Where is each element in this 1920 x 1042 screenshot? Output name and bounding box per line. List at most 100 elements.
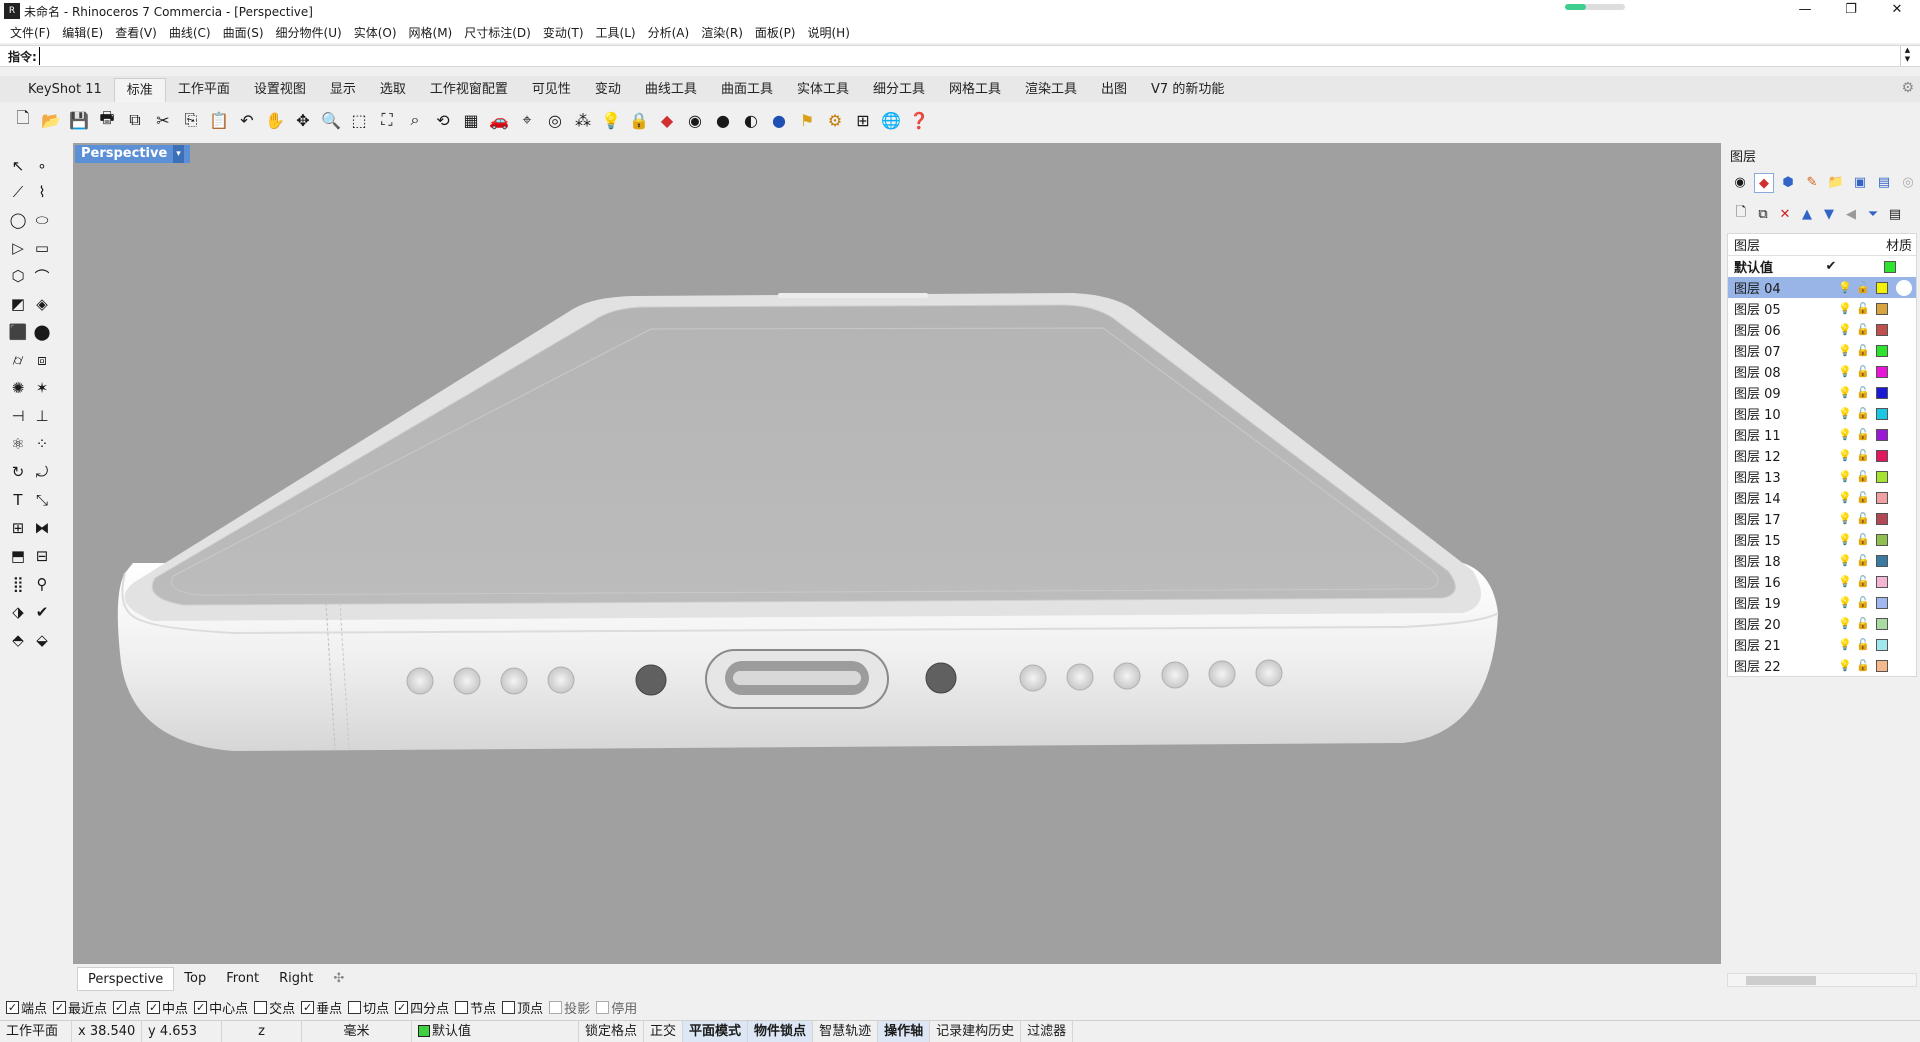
delete-layer-icon[interactable]: ✕ [1777, 207, 1793, 222]
osnap-checkbox[interactable] [596, 1000, 610, 1014]
layer-color-swatch[interactable] [1876, 386, 1888, 399]
osnap-checkbox[interactable]: ✓ [147, 1000, 161, 1014]
materials-tab-icon[interactable]: ⬢ [1778, 173, 1798, 193]
scrollbar-thumb[interactable] [1746, 976, 1816, 985]
status-gumball[interactable]: 操作轴 [878, 1020, 931, 1042]
curve-icon[interactable]: ⌇ [30, 180, 54, 204]
visibility-bulb-icon[interactable]: 💡 [1836, 302, 1854, 315]
select-points-icon[interactable]: ⁂ [570, 107, 596, 133]
visibility-bulb-icon[interactable]: 💡 [1836, 554, 1854, 567]
save-icon[interactable]: 💾 [66, 107, 92, 133]
osnap-option[interactable]: ✓ 最近点 [53, 998, 107, 1017]
viewport-title[interactable]: Perspective ▾ [75, 145, 190, 163]
layer-row[interactable]: 图层 19 💡 🔓 [1728, 592, 1916, 613]
visibility-bulb-icon[interactable]: 💡 [1836, 365, 1854, 378]
circle-icon[interactable]: ◯ [6, 208, 30, 232]
layer-color-swatch[interactable] [1876, 365, 1888, 378]
trim-icon[interactable]: ⊥ [30, 404, 54, 428]
lock-icon[interactable]: 🔓 [1854, 617, 1872, 630]
layer-color-swatch[interactable] [1876, 302, 1888, 315]
light-bulb-icon[interactable]: 💡 [598, 107, 624, 133]
material-sphere-icon[interactable]: ● [766, 107, 792, 133]
export-icon[interactable]: ⧉ [122, 107, 148, 133]
array-icon[interactable]: ⊞ [6, 516, 30, 540]
osnap-checkbox[interactable] [549, 1000, 563, 1014]
analyze-icon[interactable]: ⬗ [6, 600, 30, 624]
check-icon[interactable]: ✔ [30, 600, 54, 624]
scale-icon[interactable]: ⤡ [30, 488, 54, 512]
cylinder-icon[interactable]: ⌭ [6, 348, 30, 372]
fillet-curve-icon[interactable]: ⌒ [30, 264, 54, 288]
car-icon[interactable]: 🚗 [486, 107, 512, 133]
rpc-tab-icon[interactable]: ▤ [1874, 173, 1894, 193]
menu-item[interactable]: 工具(L) [590, 24, 642, 41]
close-button[interactable]: ✕ [1874, 0, 1920, 22]
layer-options-icon[interactable]: ▤ [1887, 207, 1903, 222]
new-file-icon[interactable]: 🗋 [10, 107, 36, 133]
folder-tab-icon[interactable]: 📁 [1826, 173, 1846, 193]
layer-color-swatch[interactable] [1876, 617, 1888, 630]
visibility-bulb-icon[interactable]: 💡 [1836, 344, 1854, 357]
osnap-checkbox[interactable]: ✓ [6, 1000, 19, 1014]
move-down-icon[interactable]: ▼ [1821, 207, 1837, 222]
osnap-option[interactable]: 节点 [455, 998, 496, 1017]
visibility-bulb-icon[interactable]: 💡 [1836, 533, 1854, 546]
rectangle-icon[interactable]: ▭ [30, 236, 54, 260]
layer-row[interactable]: 图层 20 💡 🔓 [1728, 613, 1916, 634]
lock-icon[interactable]: 🔓 [1854, 428, 1872, 441]
osnap-checkbox[interactable] [254, 1000, 268, 1014]
filter-icon[interactable]: ⏷ [1865, 207, 1881, 222]
layer-color-swatch[interactable] [1876, 575, 1888, 588]
osnap-option[interactable]: ✓ 中点 [147, 998, 188, 1017]
status-layer[interactable]: 默认值 [412, 1020, 579, 1042]
rotate-view-icon[interactable]: ⟲ [430, 107, 456, 133]
lock-icon[interactable]: 🔓 [1854, 512, 1872, 525]
layer-color-swatch[interactable] [1876, 281, 1888, 294]
new-layer-icon[interactable]: 🗋 [1733, 203, 1749, 225]
add-viewport-icon[interactable]: ✣ [323, 967, 354, 991]
snap-icon[interactable]: ⚲ [30, 572, 54, 596]
split-icon[interactable]: ⊣ [6, 404, 30, 428]
layer-color-swatch[interactable] [1876, 470, 1888, 483]
text-tool-icon[interactable]: T [6, 488, 30, 512]
layer-row[interactable]: 图层 09 💡 🔓 [1728, 382, 1916, 403]
zoom-icon[interactable]: 🔍 [318, 107, 344, 133]
lock-icon[interactable]: 🔓 [1854, 491, 1872, 504]
color-wheel-icon[interactable]: ◉ [682, 107, 708, 133]
surface-icon[interactable]: ◩ [6, 292, 30, 316]
visibility-bulb-icon[interactable]: 💡 [1836, 659, 1854, 672]
dimension-tool-icon[interactable]: ⊟ [30, 544, 54, 568]
status-ortho[interactable]: 正交 [644, 1020, 684, 1042]
status-cplane[interactable]: 工作平面 [0, 1020, 72, 1042]
lock-icon[interactable]: 🔓 [1854, 449, 1872, 462]
toolbar-tab[interactable]: V7 的新功能 [1139, 78, 1236, 102]
menu-item[interactable]: 编辑(E) [56, 24, 109, 41]
layer-color-swatch[interactable] [1876, 554, 1888, 567]
minimize-button[interactable]: — [1782, 0, 1828, 22]
visibility-bulb-icon[interactable]: 💡 [1836, 449, 1854, 462]
osnap-option[interactable]: ✓ 垂点 [301, 998, 342, 1017]
layer-color-swatch[interactable] [1876, 407, 1888, 420]
visibility-bulb-icon[interactable]: 💡 [1836, 470, 1854, 483]
lock-icon[interactable]: 🔓 [1854, 554, 1872, 567]
point-icon[interactable]: ∘ [30, 154, 54, 178]
new-sublayer-icon[interactable]: ⧉ [1755, 207, 1771, 222]
settings-gear-icon[interactable]: ⚙ [822, 107, 848, 133]
shaded-sphere-icon[interactable]: ◐ [738, 107, 764, 133]
cut-icon[interactable]: ✂ [150, 107, 176, 133]
layer-row[interactable]: 图层 10 💡 🔓 [1728, 403, 1916, 424]
layer-color-swatch[interactable] [1876, 491, 1888, 504]
lock-icon[interactable]: 🔓 [1854, 407, 1872, 420]
dimension-icon[interactable]: ⊞ [850, 107, 876, 133]
osnap-checkbox[interactable]: ✓ [194, 1000, 208, 1014]
layer-row[interactable]: 图层 04 💡 🔓 [1728, 277, 1916, 298]
maximize-button[interactable]: ❐ [1828, 0, 1874, 22]
layer-row[interactable]: 图层 21 💡 🔓 [1728, 634, 1916, 655]
toolbar-tab[interactable]: 渲染工具 [1013, 78, 1089, 102]
osnap-option[interactable]: 交点 [254, 998, 295, 1017]
osnap-option[interactable]: ✓ 点 [113, 998, 141, 1017]
toolbar-tab[interactable]: 显示 [318, 78, 368, 102]
layer-row[interactable]: 图层 12 💡 🔓 [1728, 445, 1916, 466]
layer-color-swatch[interactable] [1876, 533, 1888, 546]
ungroup-icon[interactable]: ⁘ [30, 432, 54, 456]
